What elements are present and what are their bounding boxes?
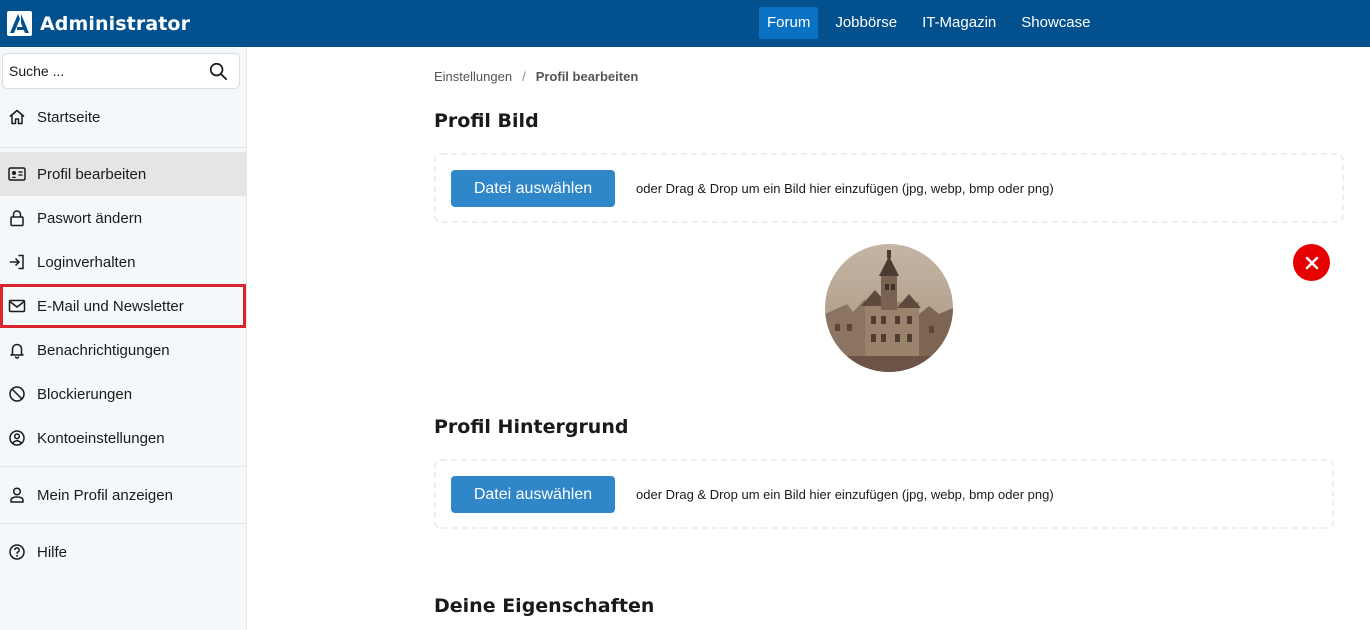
sidebar-item-label: E-Mail und Newsletter — [37, 297, 184, 315]
sidebar-item-label: Benachrichtigungen — [37, 341, 170, 359]
sidebar-divider — [0, 523, 246, 524]
envelope-icon — [8, 297, 26, 315]
login-icon — [8, 253, 26, 271]
breadcrumb-separator: / — [522, 69, 526, 84]
top-bar: Administrator Forum Jobbörse IT-Magazin … — [0, 0, 1370, 47]
sidebar-item-label: Blockierungen — [37, 385, 133, 403]
help-icon — [8, 543, 26, 561]
sidebar-item-email-newsletter[interactable]: E-Mail und Newsletter — [0, 284, 246, 328]
sidebar-item-label: Kontoeinstellungen — [37, 429, 165, 447]
profile-background-dropzone[interactable]: Datei auswählen oder Drag & Drop um ein … — [434, 459, 1334, 529]
close-icon — [1305, 256, 1318, 269]
sidebar-item-profil-bearbeiten[interactable]: Profil bearbeiten — [0, 152, 246, 196]
sidebar-item-loginverhalten[interactable]: Loginverhalten — [0, 240, 246, 284]
sidebar-item-label: Loginverhalten — [37, 253, 136, 271]
profile-image-preview — [825, 244, 953, 372]
topnav-it-magazin[interactable]: IT-Magazin — [914, 7, 1004, 39]
bell-icon — [8, 341, 26, 359]
sidebar-item-benachrichtigungen[interactable]: Benachrichtigungen — [0, 328, 246, 372]
search-box — [2, 53, 240, 89]
breadcrumb-current: Profil bearbeiten — [535, 69, 639, 84]
profile-background-title: Profil Hintergrund — [434, 416, 629, 438]
breadcrumb-parent-link[interactable]: Einstellungen — [434, 69, 512, 84]
brand-name: Administrator — [40, 12, 191, 35]
sidebar-item-kontoeinstellungen[interactable]: Kontoeinstellungen — [0, 416, 246, 460]
properties-title: Deine Eigenschaften — [434, 595, 655, 617]
sidebar-item-blockierungen[interactable]: Blockierungen — [0, 372, 246, 416]
topnav-forum[interactable]: Forum — [759, 7, 819, 39]
sidebar-divider — [0, 466, 246, 467]
user-circle-icon — [8, 429, 26, 447]
topnav-showcase[interactable]: Showcase — [1013, 7, 1098, 39]
brand-logo-icon — [7, 11, 32, 36]
profile-image-file-button[interactable]: Datei auswählen — [451, 170, 615, 207]
profile-image-title: Profil Bild — [434, 110, 539, 132]
sidebar-item-paswort-aendern[interactable]: Paswort ändern — [0, 196, 246, 240]
lock-icon — [8, 209, 26, 227]
sidebar-item-mein-profil[interactable]: Mein Profil anzeigen — [0, 473, 246, 517]
search-icon[interactable] — [209, 62, 228, 81]
dropzone-hint: oder Drag & Drop um ein Bild hier einzuf… — [636, 487, 1054, 502]
topnav-jobboerse[interactable]: Jobbörse — [827, 7, 905, 39]
sidebar-item-label: Profil bearbeiten — [37, 165, 147, 183]
home-icon — [8, 108, 26, 126]
sidebar-divider — [0, 147, 246, 148]
sidebar-item-hilfe[interactable]: Hilfe — [0, 530, 246, 574]
sidebar-item-label: Mein Profil anzeigen — [37, 486, 173, 504]
id-card-icon — [8, 165, 26, 183]
sidebar-item-startseite[interactable]: Startseite — [0, 95, 246, 139]
brand-link[interactable]: Administrator — [7, 10, 190, 37]
profile-image-dropzone[interactable]: Datei auswählen oder Drag & Drop um ein … — [434, 153, 1344, 223]
user-icon — [8, 486, 26, 504]
sidebar: Startseite Profil bearbeiten Paswort änd… — [0, 47, 247, 630]
search-input[interactable] — [9, 54, 199, 88]
dropzone-hint: oder Drag & Drop um ein Bild hier einzuf… — [636, 181, 1054, 196]
top-navigation: Forum Jobbörse IT-Magazin Showcase — [759, 7, 1107, 39]
block-icon — [8, 385, 26, 403]
sidebar-item-label: Hilfe — [37, 543, 68, 561]
sidebar-item-label: Startseite — [37, 108, 101, 126]
sidebar-item-label: Paswort ändern — [37, 209, 143, 227]
breadcrumb: Einstellungen / Profil bearbeiten — [434, 69, 638, 84]
profile-background-file-button[interactable]: Datei auswählen — [451, 476, 615, 513]
remove-image-button[interactable] — [1293, 244, 1330, 281]
